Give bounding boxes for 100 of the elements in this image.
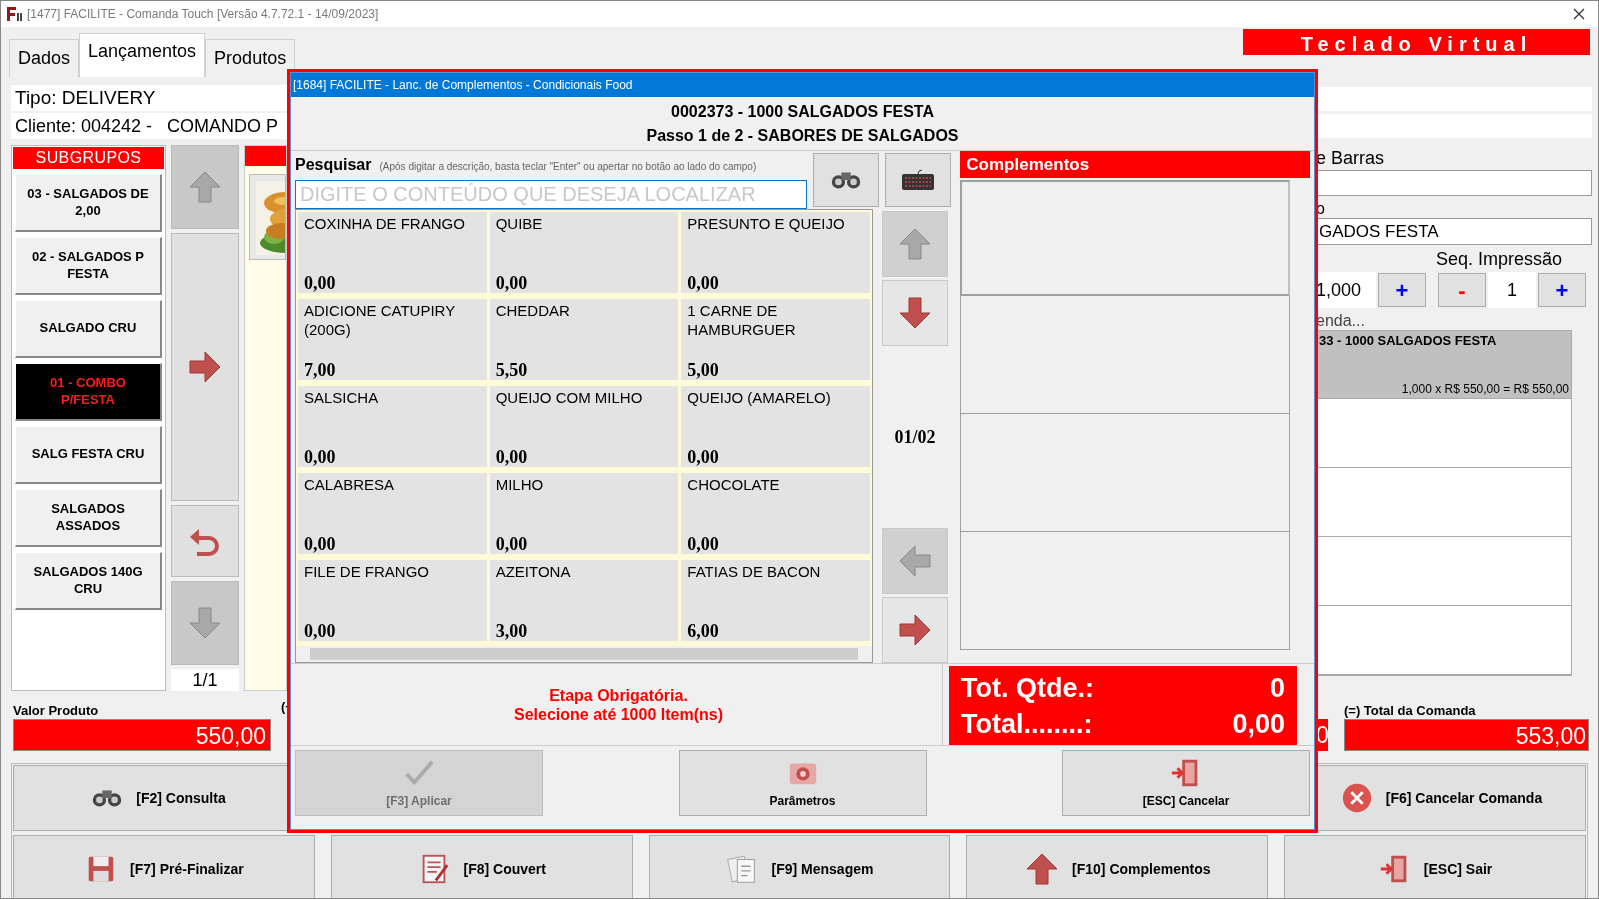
item-name: 1 CARNE DE HAMBURGUER <box>687 301 797 339</box>
tab[interactable]: Lançamentos <box>79 33 206 77</box>
item-price: 0,00 <box>687 534 719 554</box>
item-name: ADICIONE CATUPIRY (200G) <box>304 301 456 339</box>
nav-undo-button[interactable] <box>171 505 239 577</box>
item-price: 0,00 <box>304 621 336 641</box>
tab[interactable]: Produtos <box>205 39 296 77</box>
product-value: 550,00 <box>13 719 271 751</box>
item-tile[interactable]: CHEDDAR 5,50 <box>489 299 679 380</box>
item-tile[interactable]: ADICIONE CATUPIRY (200G) 7,00 <box>298 299 487 380</box>
arrow-down-icon <box>897 295 933 331</box>
item-detail: 1,000 x R$ 550,00 = R$ 550,00 <box>1401 381 1569 398</box>
search-label: Pesquisar <box>295 155 372 175</box>
item-tile[interactable]: 1 CARNE DE HAMBURGUER 5,00 <box>681 299 870 380</box>
item-name: CHEDDAR <box>495 301 570 320</box>
text-field[interactable] <box>1316 87 1592 111</box>
text-field[interactable] <box>1316 114 1592 138</box>
plus-button[interactable]: + <box>1538 273 1586 307</box>
item-tile[interactable]: MILHO 0,00 <box>489 473 679 554</box>
quantity-value: 0 <box>1269 671 1285 705</box>
arrow-down-icon <box>187 605 223 641</box>
dialog-button[interactable]: Parâmetros <box>678 750 927 816</box>
nav-down-button[interactable] <box>882 280 948 346</box>
item-tile[interactable]: QUIBE 0,00 <box>489 212 679 293</box>
dialog-button[interactable]: [ESC] Cancelar <box>1062 750 1310 816</box>
product-heading: 0002373 - 1000 SALGADOS FESTA <box>671 101 934 122</box>
item-price: 7,00 <box>304 360 336 380</box>
item-tile[interactable]: FILE DE FRANGO 0,00 <box>298 560 487 641</box>
item-name: COXINHA DE FRANGO <box>304 214 465 233</box>
item-price: 3,00 <box>495 621 528 641</box>
tab[interactable]: Dados <box>9 39 80 77</box>
item-tile[interactable]: PRESUNTO E QUEIJO 0,00 <box>681 212 870 293</box>
quantity-field[interactable]: 1,000 <box>1316 272 1376 308</box>
plus-button[interactable]: + <box>1378 273 1426 307</box>
list-item[interactable]: 33 - 1000 SALGADOS FESTA 1,000 x R$ 550,00 = R$ 550,00 <box>1317 331 1571 399</box>
subgroup-header: SUBGRUPOS <box>13 147 164 169</box>
item-name: PRESUNTO E QUEIJO <box>687 214 845 233</box>
page-indicator: 1/1 <box>171 669 239 691</box>
product-thumbnail[interactable] <box>249 174 286 260</box>
requirement-message: Etapa Obrigatória. <box>549 685 688 705</box>
window-title: [1477] FACILITE - Comanda Touch [Versão 4.7.72.1 - 14/09/2023] <box>27 6 380 23</box>
item-name: FILE DE FRANGO <box>304 562 430 581</box>
item-price: 0,00 <box>495 534 528 554</box>
search-button[interactable] <box>813 153 879 207</box>
product-field[interactable]: GADOS FESTA <box>1316 218 1592 245</box>
item-price: 0,00 <box>495 273 528 293</box>
item-price: 5,50 <box>495 360 528 380</box>
subgroup-button[interactable]: SALGADO CRU <box>15 300 162 358</box>
item-name: MILHO <box>495 475 544 494</box>
action-button[interactable]: [F8] Couvert <box>330 835 633 898</box>
item-tile[interactable]: CALABRESA 0,00 <box>298 473 487 554</box>
quantity-label: Tot. Qtde.: <box>961 671 1094 705</box>
subgroup-button[interactable]: SALG FESTA CRU <box>15 426 162 484</box>
search-hint: (Após digitar a descrição, basta teclar "Enter" ou apertar no botão ao lado do campo) <box>379 160 757 174</box>
virtual-keyboard-button[interactable]: Teclado Virtual <box>1243 29 1590 55</box>
action-button[interactable]: [F7] Pré-Finalizar <box>13 835 315 898</box>
nav-right-button[interactable] <box>882 597 948 663</box>
item-price: 6,00 <box>687 621 719 641</box>
customer-text: Cliente: 004242 - COMANDO P <box>11 113 287 139</box>
step-heading: Passo 1 de 2 - SABORES DE SALGADOS <box>646 125 959 146</box>
item-price: 5,00 <box>687 360 719 380</box>
item-price: 0,00 <box>495 447 528 467</box>
action-button[interactable]: [ESC] Sair <box>1284 835 1586 898</box>
item-price: 0,00 <box>304 447 336 467</box>
product-value-label: Valor Produto <box>13 703 100 719</box>
action-button[interactable]: [F10] Complementos <box>966 835 1269 898</box>
keyboard-button[interactable] <box>885 153 951 207</box>
item-name: SALSICHA <box>304 388 379 407</box>
item-tile[interactable]: FATIAS DE BACON 6,00 <box>681 560 870 641</box>
item-name: CALABRESA <box>304 475 395 494</box>
print-sequence-label: Seq. Impressão <box>1436 249 1563 269</box>
barcode-field[interactable] <box>1316 170 1592 196</box>
item-price: 0,00 <box>687 273 719 293</box>
dialog-title: [1684] FACILITE - Lanc. de Complementos - Condicionais Food <box>291 73 1314 97</box>
total-value: 0,00 <box>1232 707 1285 741</box>
item-name: AZEITONA <box>495 562 571 581</box>
item-tile[interactable]: QUEIJO COM MILHO 0,00 <box>489 386 679 467</box>
item-tile[interactable]: CHOCOLATE 0,00 <box>681 473 870 554</box>
item-tile[interactable]: QUEIJO (AMARELO) 0,00 <box>681 386 870 467</box>
close-icon[interactable] <box>1572 7 1586 21</box>
item-name: QUEIJO (AMARELO) <box>687 388 831 407</box>
arrow-left-icon <box>897 543 933 579</box>
nav-right-button[interactable] <box>171 233 239 501</box>
item-tile[interactable]: AZEITONA 3,00 <box>489 560 679 641</box>
horizontal-scrollbar[interactable] <box>296 646 872 662</box>
arrow-right-icon <box>897 612 933 648</box>
sequence-field[interactable]: 1 <box>1488 272 1536 308</box>
action-button[interactable]: [F9] Mensagem <box>648 835 951 898</box>
item-tile[interactable]: SALSICHA 0,00 <box>298 386 487 467</box>
subgroup-button[interactable]: SALGADOS ASSADOS <box>15 489 162 547</box>
item-name: FATIAS DE BACON <box>687 562 821 581</box>
arrow-up-icon <box>187 169 223 205</box>
subgroup-button[interactable]: 01 - COMBO P/FESTA <box>15 363 162 421</box>
subgroup-button[interactable]: 03 - SALGADOS DE 2,00 <box>15 174 162 232</box>
app-logo-icon <box>5 5 23 23</box>
item-tile[interactable]: COXINHA DE FRANGO 0,00 <box>298 212 487 293</box>
subgroup-button[interactable]: 02 - SALGADOS P FESTA <box>15 237 162 295</box>
subgroup-button[interactable]: SALGADOS 140G CRU <box>15 552 162 610</box>
item-name: QUEIJO COM MILHO <box>495 388 643 407</box>
items-label: enda... <box>1316 312 1366 330</box>
